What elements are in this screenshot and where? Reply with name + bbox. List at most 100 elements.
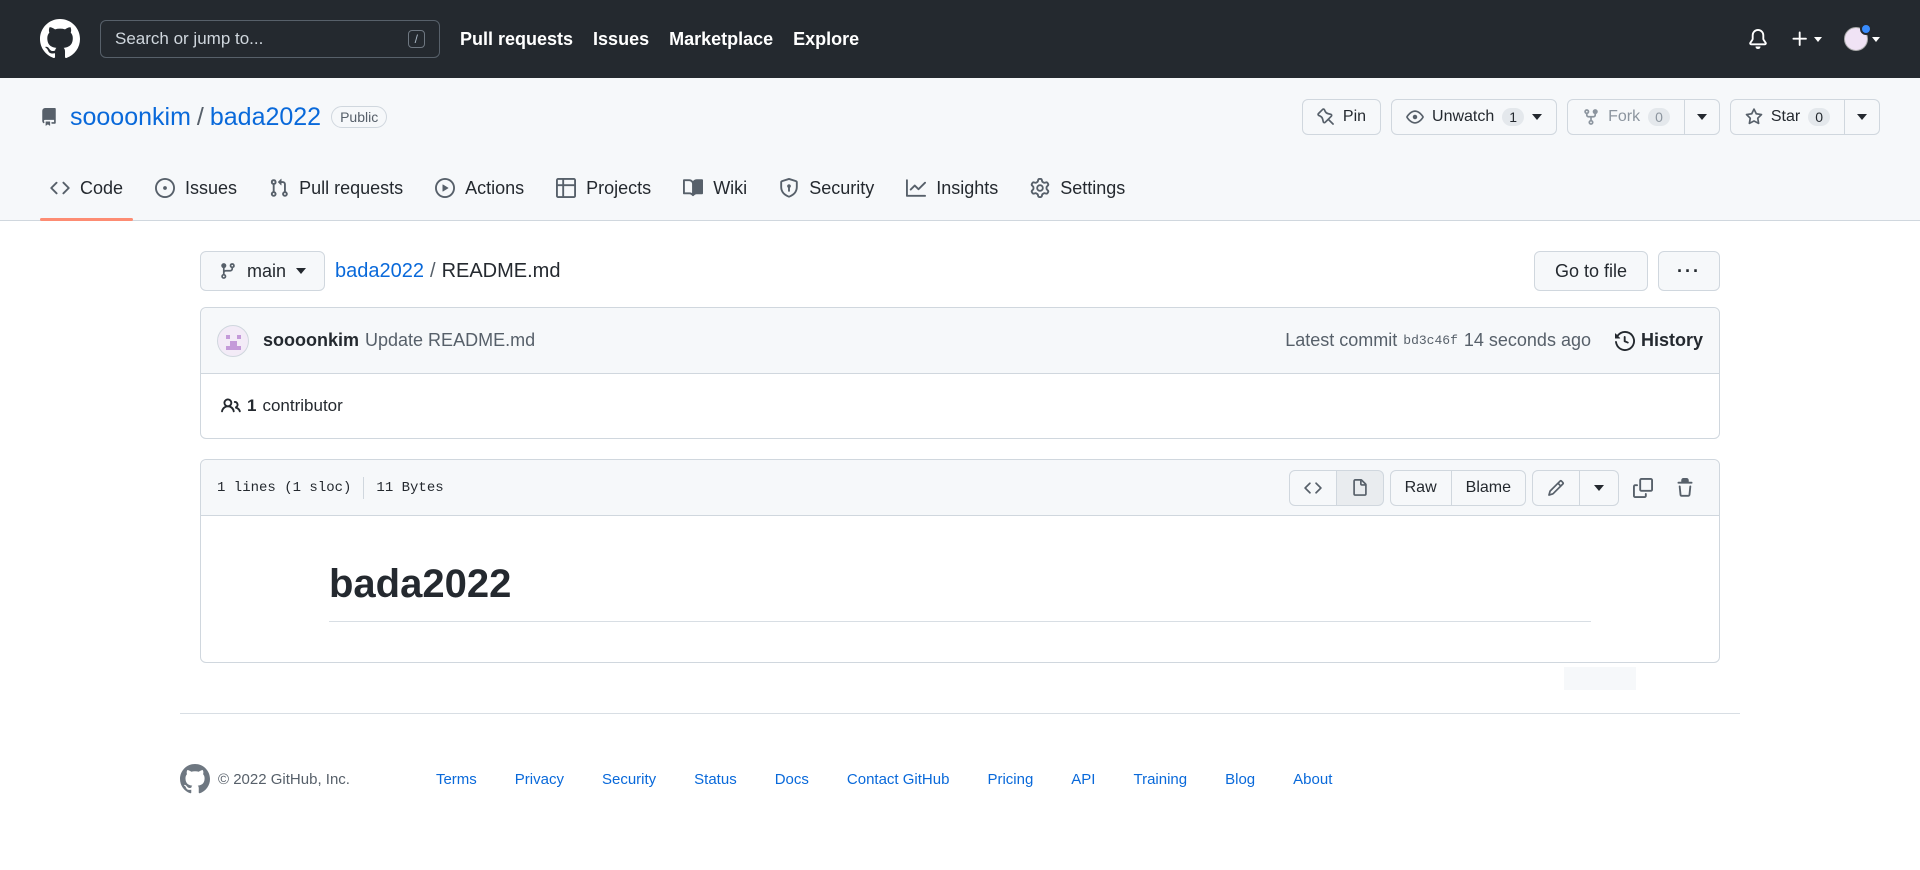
footer-link-terms[interactable]: Terms [436,771,477,788]
graph-icon [906,179,927,197]
commit-time: 14 seconds ago [1463,330,1591,350]
raw-blame-group: Raw Blame [1389,469,1526,506]
fork-count: 0 [1648,108,1670,126]
file-content-box: 1 lines (1 sloc) 11 Bytes Raw Blame bada… [200,459,1720,663]
tab-insights[interactable]: Insights [896,156,1008,220]
fork-dropdown-button[interactable] [1684,99,1720,135]
blame-button[interactable]: Blame [1451,469,1526,506]
commit-author-link[interactable]: soooonkim [263,330,359,351]
display-source-button[interactable] [1288,469,1337,506]
history-link[interactable]: History [1614,330,1703,351]
tab-security[interactable]: Security [769,156,884,220]
search-input[interactable]: Search or jump to... / [100,20,440,58]
file-info: 1 lines (1 sloc) 11 Bytes [217,476,444,499]
avatar[interactable] [217,324,249,357]
file-lines: 1 lines (1 sloc) [217,479,352,496]
tab-projects-label: Projects [586,177,652,198]
footer-link-blog[interactable]: Blog [1225,771,1255,788]
footer-link-training[interactable]: Training [1133,771,1187,788]
tab-code[interactable]: Code [40,156,134,221]
tab-pull-requests[interactable]: Pull requests [259,156,413,220]
tab-wiki[interactable]: Wiki [673,156,757,220]
nav-explore[interactable]: Explore [793,29,859,50]
pin-button[interactable]: Pin [1301,99,1382,135]
breadcrumb: bada2022 /README.md [335,260,560,283]
nav-pull-requests[interactable]: Pull requests [460,29,573,50]
repo-actions: Pin Unwatch 1 Fork 0 Star 0 [1301,99,1880,135]
tab-issues[interactable]: Issues [145,156,247,220]
tab-code-label: Code [80,177,124,198]
edit-group [1532,469,1619,506]
edit-file-button[interactable] [1532,469,1580,506]
footer-link-api[interactable]: API [1071,771,1095,788]
history-label: History [1640,330,1703,350]
footer-link-status[interactable]: Status [694,771,737,788]
chevron-down-icon [296,268,307,274]
footer-link-about[interactable]: About [1293,771,1332,788]
chevron-down-icon [1872,36,1880,42]
eye-icon [1406,110,1424,124]
contributors-row[interactable]: 1 contributor [201,374,1719,438]
search-placeholder: Search or jump to... [115,29,264,48]
repo-header: soooonkim / bada2022 Public Pin Unwatch … [0,78,1920,221]
footer-link-privacy[interactable]: Privacy [515,771,564,788]
unwatch-button[interactable]: Unwatch 1 [1391,99,1558,135]
footer-link-security[interactable]: Security [602,771,656,788]
footer-link-pricing[interactable]: Pricing [987,771,1033,788]
notifications-bell-icon[interactable] [1748,29,1768,49]
commit-message-link[interactable]: Update README.md [365,330,535,351]
fork-group: Fork 0 [1567,99,1720,135]
contributors-count: 1 [247,396,257,415]
create-new-plus-icon[interactable] [1790,29,1822,49]
repo-owner-link[interactable]: soooonkim [70,103,191,132]
footer-link-contact[interactable]: Contact GitHub [847,771,950,788]
file-size: 11 Bytes [376,479,444,496]
repo-title-separator: / [196,102,204,131]
history-icon [1614,330,1635,351]
go-to-file-button[interactable]: Go to file [1533,251,1649,291]
trash-icon[interactable] [1667,470,1703,506]
copy-icon[interactable] [1625,470,1661,506]
tab-actions-label: Actions [465,177,525,198]
nav-issues[interactable]: Issues [593,29,649,50]
table-icon [556,178,577,198]
view-mode-toggle [1288,469,1384,506]
tab-actions[interactable]: Actions [425,156,534,220]
star-dropdown-button[interactable] [1845,99,1880,135]
footer-copyright: © 2022 GitHub, Inc. [180,764,350,794]
pencil-icon [1548,479,1564,496]
user-menu[interactable] [1844,23,1880,51]
copyright-text: © 2022 GitHub, Inc. [218,770,350,788]
commit-sha-link[interactable]: bd3c46f [1403,333,1458,348]
tab-settings-label: Settings [1060,177,1126,198]
nav-marketplace[interactable]: Marketplace [669,29,773,50]
kebab-icon: ··· [1677,260,1701,281]
tab-issues-label: Issues [185,177,238,198]
contributors-label: contributor [262,396,343,415]
breadcrumb-repo-link[interactable]: bada2022 [335,260,424,282]
raw-button[interactable]: Raw [1389,469,1452,506]
github-logo-icon[interactable] [40,19,80,59]
code-icon [50,181,70,195]
repo-name-link[interactable]: bada2022 [210,103,321,132]
display-rendered-button[interactable] [1336,469,1384,506]
header-actions [1748,23,1880,51]
tab-settings[interactable]: Settings [1020,156,1135,220]
readme-content: bada2022 [201,516,1719,662]
footer-link-docs[interactable]: Docs [775,771,809,788]
repo-title: soooonkim / bada2022 Public [40,102,388,132]
avatar-pixel-icon [226,345,241,350]
edit-dropdown-button[interactable] [1580,469,1619,506]
fork-button[interactable]: Fork 0 [1567,99,1685,135]
tab-security-label: Security [809,177,875,198]
tab-projects[interactable]: Projects [546,156,661,220]
tab-wiki-label: Wiki [713,177,748,198]
star-button[interactable]: Star 0 [1729,99,1845,135]
play-icon [435,178,456,198]
branch-select-button[interactable]: main [200,251,326,291]
github-logo-icon[interactable] [180,764,210,794]
avatar-pixel-icon [226,334,230,339]
branch-icon [221,263,235,279]
shield-icon [780,178,798,198]
more-options-button[interactable]: ··· [1658,251,1720,291]
